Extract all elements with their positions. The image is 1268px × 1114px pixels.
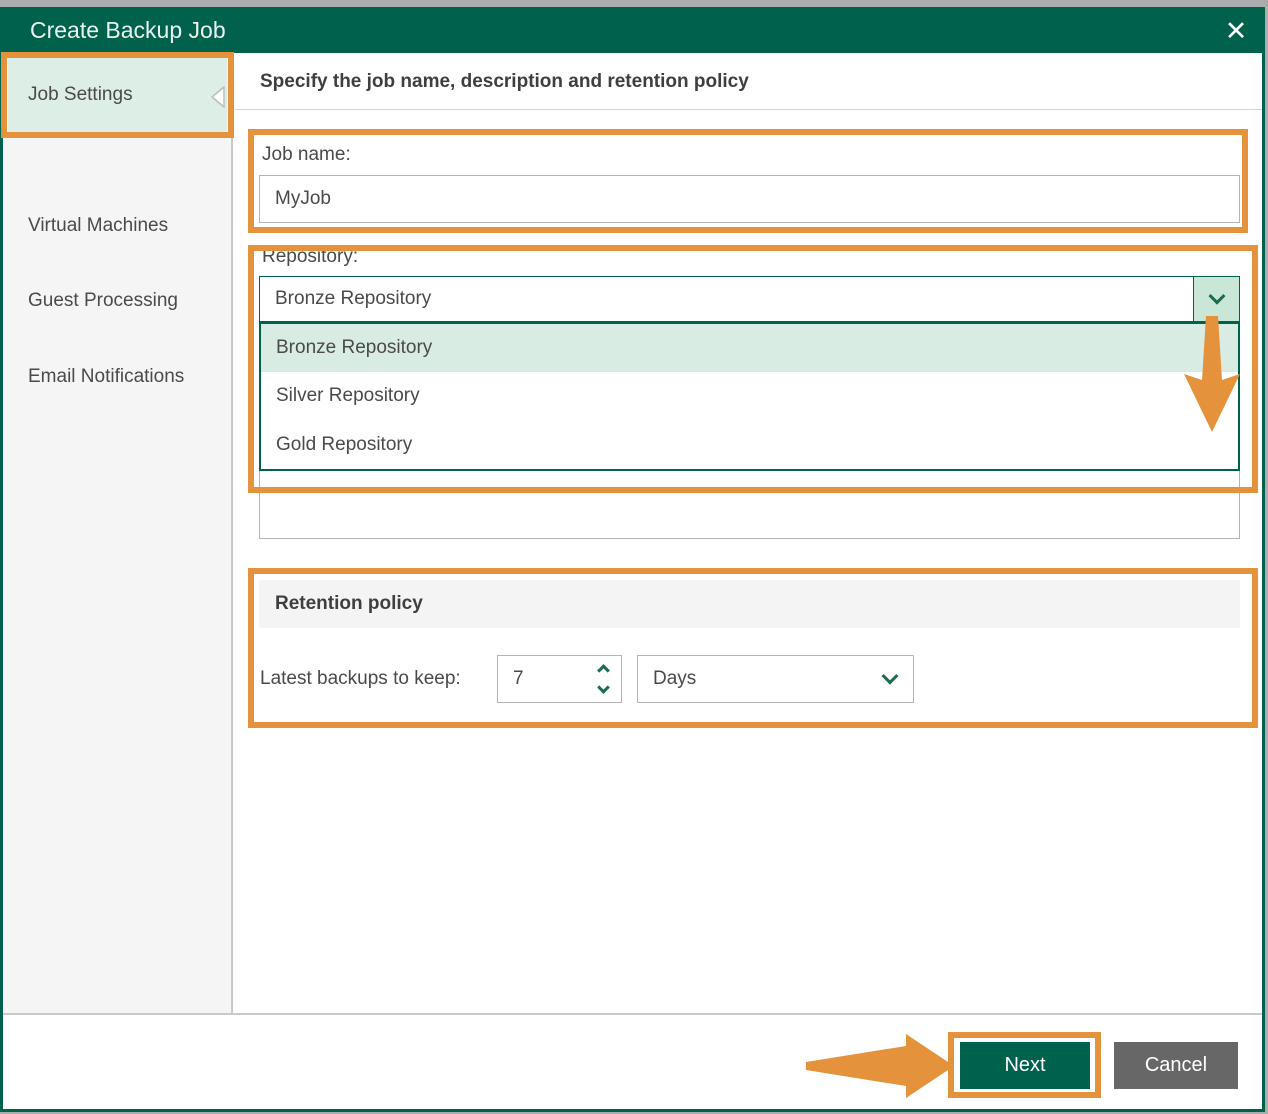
retention-policy-title: Retention policy <box>275 593 423 614</box>
dialog-title: Create Backup Job <box>30 17 226 43</box>
sidebar-item-guest-processing[interactable]: Guest Processing <box>3 276 231 326</box>
chevron-down-icon <box>881 667 899 685</box>
retention-unit-value: Days <box>653 668 697 689</box>
step-heading: Specify the job name, description and re… <box>260 71 749 92</box>
repository-option-bronze[interactable]: Bronze Repository <box>261 324 1238 373</box>
repository-select[interactable]: Bronze Repository <box>259 276 1240 322</box>
close-icon[interactable]: ✕ <box>1216 12 1256 50</box>
next-button[interactable]: Next <box>960 1042 1090 1089</box>
retention-unit-toggle[interactable] <box>867 656 913 702</box>
sidebar-item-job-settings[interactable]: Job Settings <box>8 58 227 132</box>
job-name-label: Job name: <box>262 144 351 165</box>
wizard-steps-sidebar: Job Settings Virtual Machines Guest Proc… <box>3 53 233 1013</box>
sidebar-item-virtual-machines[interactable]: Virtual Machines <box>3 201 231 251</box>
sidebar-item-label: Virtual Machines <box>28 215 169 236</box>
repository-dropdown-toggle[interactable] <box>1193 277 1239 321</box>
dialog-titlebar: Create Backup Job ✕ <box>3 8 1262 53</box>
chevron-up-icon[interactable] <box>596 664 610 677</box>
repository-option-gold[interactable]: Gold Repository <box>261 421 1238 469</box>
active-step-marker-icon <box>210 86 225 108</box>
sidebar-item-email-notifications[interactable]: Email Notifications <box>3 352 231 402</box>
footer-divider <box>3 1013 1262 1015</box>
cancel-button[interactable]: Cancel <box>1114 1042 1238 1089</box>
sidebar-item-label: Guest Processing <box>28 290 178 311</box>
page-background: Create Backup Job ✕ Job Settings Virtual… <box>0 0 1268 1114</box>
repository-label: Repository: <box>262 246 359 267</box>
sidebar-item-label: Job Settings <box>28 84 133 105</box>
chevron-down-icon <box>1208 287 1225 305</box>
chevron-down-icon[interactable] <box>596 681 610 694</box>
retention-count-stepper[interactable] <box>585 655 621 703</box>
retention-keep-label: Latest backups to keep: <box>260 668 461 689</box>
heading-divider <box>235 109 1262 110</box>
sidebar-item-label: Email Notifications <box>28 366 185 387</box>
repository-option-silver[interactable]: Silver Repository <box>261 372 1238 420</box>
repository-selected-value: Bronze Repository <box>275 288 432 309</box>
retention-unit-select[interactable]: Days <box>637 655 914 703</box>
retention-policy-section-header: Retention policy <box>259 580 1240 628</box>
job-name-input[interactable] <box>259 175 1240 223</box>
repository-dropdown-list: Bronze Repository Silver Repository Gold… <box>259 322 1240 471</box>
